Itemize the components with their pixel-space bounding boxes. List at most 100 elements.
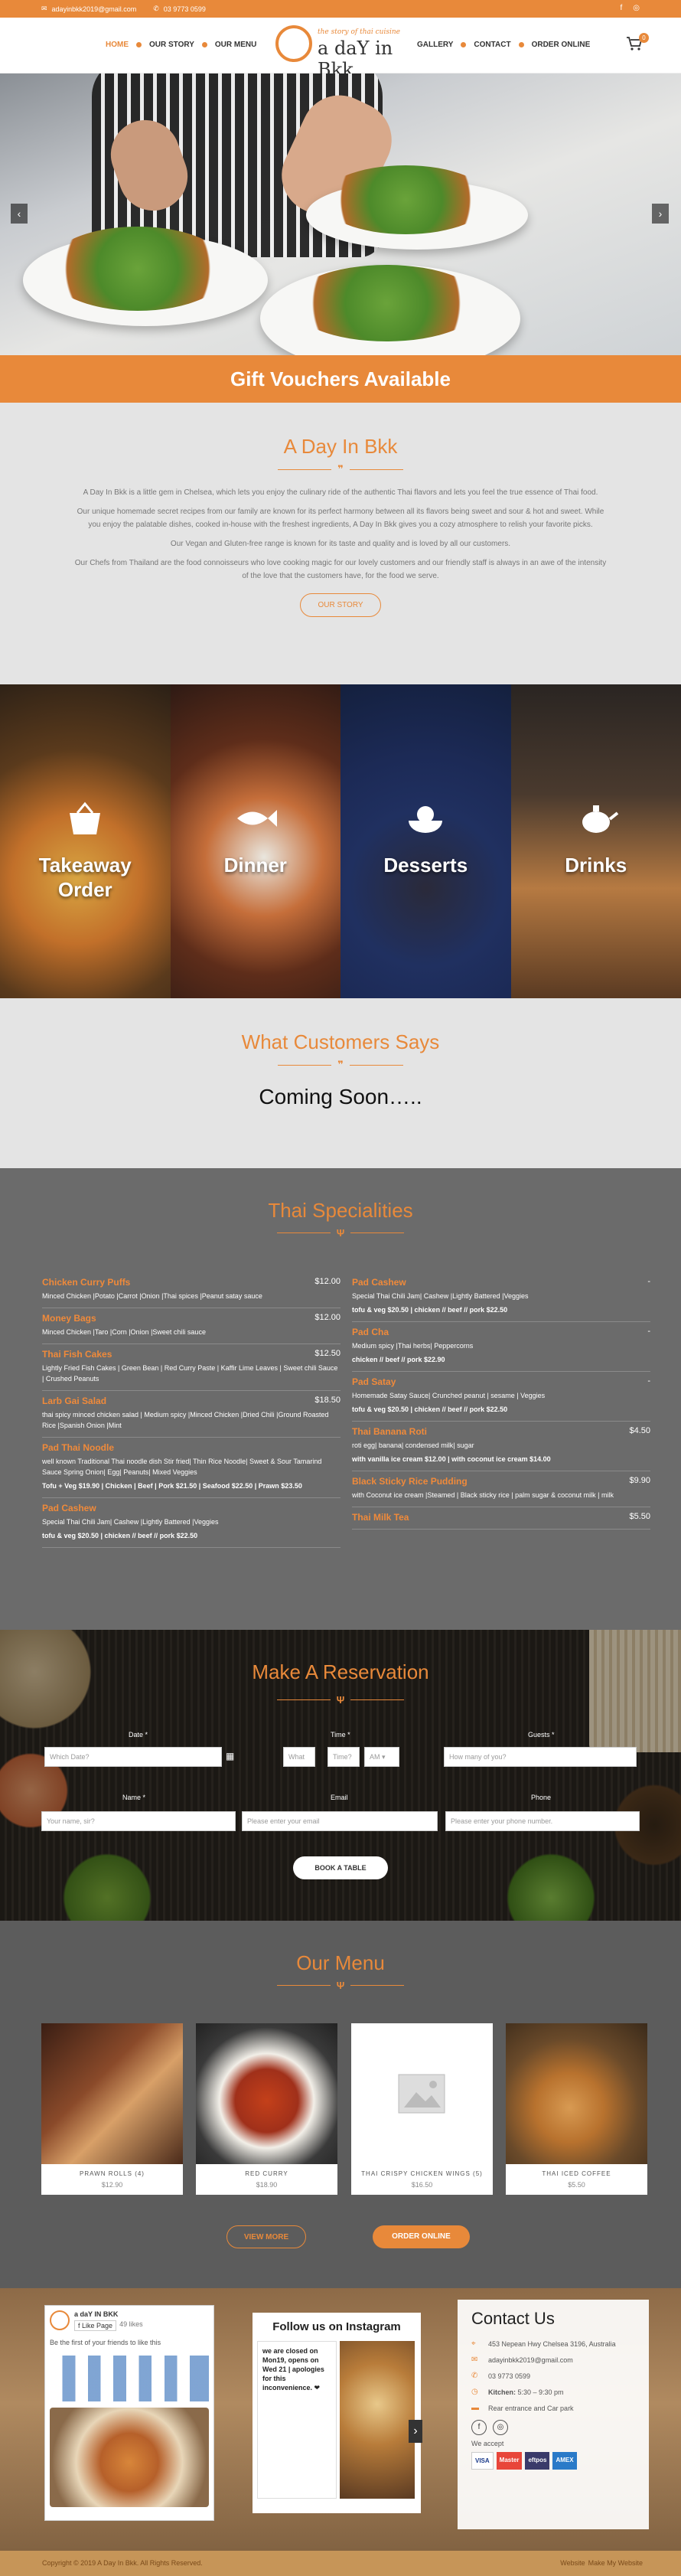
slider-next-arrow[interactable]: › bbox=[652, 204, 669, 224]
chevron-down-icon: ▾ bbox=[382, 1753, 386, 1761]
speciality-item: Pad Cha - Medium spicy |Thai herbs| Pepper… bbox=[352, 1322, 650, 1372]
speciality-item: Black Sticky Rice Pudding $9.90 with Cocon… bbox=[352, 1471, 650, 1507]
site-logo[interactable]: the story of thai cuisine a daY in Bkk bbox=[275, 24, 409, 80]
menu-card[interactable]: THAI ICED COFFEE $5.50 bbox=[506, 2023, 647, 2195]
menu-item-name[interactable]: THAI CRISPY CHICKEN WINGS (5) bbox=[351, 2170, 493, 2177]
location-pin-icon: ⌖ bbox=[471, 2339, 476, 2348]
food-image bbox=[321, 165, 490, 234]
calendar-icon[interactable]: ▦ bbox=[226, 1751, 234, 1761]
nav-right: GALLERY CONTACT ORDER ONLINE bbox=[417, 41, 590, 49]
specialities-right-column: Pad Cashew - Special Thai Chili Jam| Cashe… bbox=[352, 1272, 650, 1530]
speciality-name: Black Sticky Rice Pudding bbox=[352, 1476, 468, 1487]
hero-slider: ‹ › bbox=[0, 73, 681, 355]
contact-email[interactable]: adayinbkk2019@gmail.com bbox=[488, 2356, 573, 2364]
fork-icon: Ψ bbox=[336, 1227, 345, 1239]
speciality-name: Thai Banana Roti bbox=[352, 1426, 428, 1437]
contact-phone[interactable]: 03 9773 0599 bbox=[488, 2372, 530, 2380]
speciality-description: Medium spicy |Thai herbs| Peppercorns bbox=[352, 1342, 474, 1350]
contact-title: Contact Us bbox=[471, 2309, 555, 2328]
specialities-section: Thai Specialities Ψ Chicken Curry Puffs $… bbox=[0, 1168, 681, 1630]
category-desserts[interactable]: Desserts bbox=[340, 684, 511, 998]
menu-item-name[interactable]: THAI ICED COFFEE bbox=[506, 2170, 647, 2177]
category-drinks[interactable]: Drinks bbox=[510, 684, 681, 998]
menu-card[interactable]: RED CURRY $18.90 bbox=[196, 2023, 337, 2195]
gift-vouchers-banner[interactable]: Gift Vouchers Available bbox=[0, 355, 681, 403]
credit-prefix: Website bbox=[560, 2559, 585, 2567]
email-text[interactable]: adayinbkk2019@gmail.com bbox=[52, 5, 137, 13]
facebook-header: a daY IN BKK f Like Page 49 likes bbox=[45, 2306, 213, 2336]
hour-select[interactable]: What bbox=[283, 1747, 315, 1767]
menu-item-name[interactable]: RED CURRY bbox=[196, 2170, 337, 2177]
nav-contact[interactable]: CONTACT bbox=[474, 41, 510, 49]
phone-contact[interactable]: ✆ 03 9773 0599 bbox=[153, 5, 206, 13]
menu-card[interactable]: PRAWN ROLLS (4) $12.90 bbox=[41, 2023, 183, 2195]
instagram-post-image[interactable] bbox=[340, 2341, 415, 2499]
about-paragraph: Our Vegan and Gluten-free range is known… bbox=[170, 540, 511, 548]
red-curry-image bbox=[196, 2023, 337, 2164]
about-paragraph: Our Chefs from Thailand are the food con… bbox=[74, 559, 607, 580]
nav-gallery[interactable]: GALLERY bbox=[417, 41, 453, 49]
facebook-cover-image bbox=[50, 2356, 209, 2401]
order-online-button[interactable]: ORDER ONLINE bbox=[373, 2225, 470, 2248]
phone-icon: ✆ bbox=[471, 2372, 478, 2380]
slider-prev-arrow[interactable]: ‹ bbox=[11, 204, 28, 224]
nav-our-menu[interactable]: OUR MENU bbox=[215, 41, 256, 49]
food-image bbox=[291, 265, 482, 341]
name-input[interactable]: Your name, sir? bbox=[41, 1811, 236, 1831]
minute-select[interactable]: Time? bbox=[327, 1747, 360, 1767]
phone-text[interactable]: 03 9773 0599 bbox=[164, 5, 206, 13]
facebook-icon[interactable]: f bbox=[471, 2420, 487, 2435]
facebook-icon[interactable]: f bbox=[620, 4, 622, 12]
coming-soon-text: Coming Soon….. bbox=[259, 1085, 422, 1108]
testimonials-title: What Customers Says bbox=[241, 1030, 440, 1053]
view-more-button[interactable]: VIEW MORE bbox=[226, 2225, 306, 2248]
date-input[interactable]: Which Date? bbox=[44, 1747, 222, 1767]
instagram-post-text: we are closed on Mon19, opens on Wed 21 … bbox=[262, 2347, 324, 2392]
mail-icon: ✉ bbox=[41, 5, 47, 12]
speciality-item: Thai Banana Roti $4.50 roti egg| banana| c… bbox=[352, 1422, 650, 1471]
guests-input[interactable]: How many of you? bbox=[444, 1747, 637, 1767]
instagram-next-arrow[interactable]: › bbox=[409, 2420, 422, 2443]
category-takeaway[interactable]: Takeaway Order bbox=[0, 684, 171, 998]
speciality-pricing: Tofu + Veg $19.90 | Chicken | Beef | Por… bbox=[42, 1482, 302, 1490]
contact-parking: Rear entrance and Car park bbox=[488, 2404, 574, 2412]
instagram-icon[interactable]: ◎ bbox=[493, 2420, 508, 2435]
menu-item-price: $16.50 bbox=[411, 2181, 433, 2189]
instagram-post[interactable]: we are closed on Mon19, opens on Wed 21 … bbox=[257, 2341, 337, 2499]
instagram-icon[interactable]: ◎ bbox=[633, 4, 640, 12]
nav-home[interactable]: HOME bbox=[106, 41, 129, 49]
nav-our-story[interactable]: OUR STORY bbox=[149, 41, 194, 49]
date-label: Date * bbox=[129, 1731, 148, 1739]
phone-input[interactable]: Please enter your phone number. bbox=[445, 1811, 640, 1831]
speciality-description: with Coconut ice cream |Steamed | Black … bbox=[352, 1491, 614, 1499]
speciality-item: Thai Fish Cakes $12.50 Lightly Fried Fish … bbox=[42, 1344, 340, 1391]
cart-button[interactable]: 0 bbox=[626, 33, 649, 56]
speciality-name: Pad Thai Noodle bbox=[42, 1442, 115, 1453]
guests-label: Guests * bbox=[528, 1731, 555, 1739]
category-label: Dinner bbox=[223, 854, 287, 877]
email-contact[interactable]: ✉ adayinbkk2019@gmail.com bbox=[41, 5, 136, 13]
nav-dot bbox=[518, 42, 524, 47]
speciality-name: Pad Cashew bbox=[352, 1277, 406, 1288]
our-story-button[interactable]: OUR STORY bbox=[300, 593, 381, 617]
facebook-post-image bbox=[50, 2408, 209, 2507]
speciality-description: thai spicy minced chicken salad | Medium… bbox=[42, 1411, 329, 1429]
nav-order-online[interactable]: ORDER ONLINE bbox=[532, 41, 591, 49]
menu-card[interactable]: THAI CRISPY CHICKEN WINGS (5) $16.50 bbox=[351, 2023, 493, 2195]
credit-link[interactable]: Make My Website bbox=[588, 2559, 643, 2567]
email-input[interactable]: Please enter your email bbox=[242, 1811, 438, 1831]
instagram-title: Follow us on Instagram bbox=[272, 2320, 401, 2333]
ampm-select[interactable]: AM ▾ bbox=[364, 1747, 399, 1767]
top-bar: ✉ adayinbkk2019@gmail.com ✆ 03 9773 0599 f… bbox=[0, 0, 681, 18]
phone-label: Phone bbox=[531, 1794, 552, 1801]
time-label: Time * bbox=[331, 1731, 350, 1739]
category-dinner[interactable]: Dinner bbox=[170, 684, 340, 998]
facebook-page-name[interactable]: a daY IN BKK bbox=[74, 2310, 143, 2318]
site-header: HOME OUR STORY OUR MENU the story of tha… bbox=[0, 18, 681, 80]
facebook-widget[interactable]: a daY IN BKK f Like Page 49 likes Be the… bbox=[44, 2305, 214, 2521]
menu-item-name[interactable]: PRAWN ROLLS (4) bbox=[41, 2170, 183, 2177]
phone-icon: ✆ bbox=[153, 5, 159, 12]
book-table-button[interactable]: BOOK A TABLE bbox=[293, 1856, 388, 1879]
instagram-widget[interactable]: Follow us on Instagram we are closed on … bbox=[253, 2313, 422, 2513]
facebook-like-button[interactable]: f Like Page bbox=[74, 2320, 117, 2331]
